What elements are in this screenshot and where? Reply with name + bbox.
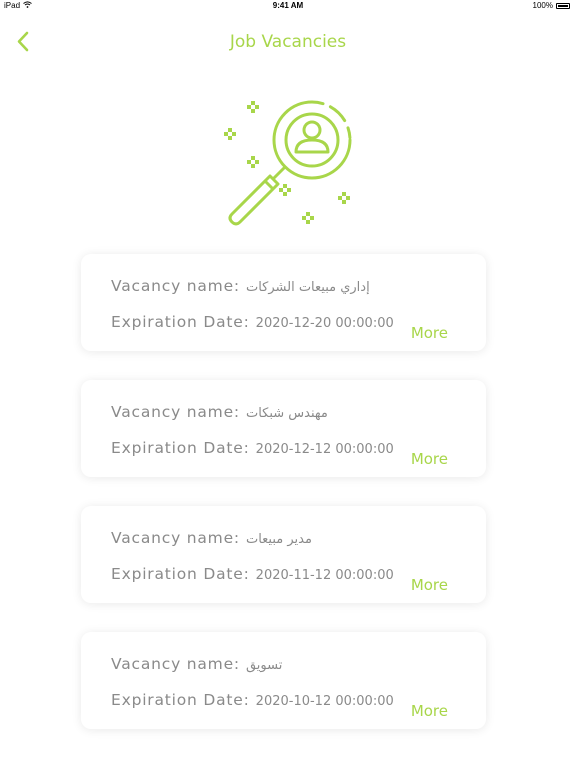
expiration-date-value: 2020-12-20 00:00:00 <box>255 316 394 331</box>
more-link[interactable]: More <box>411 702 448 720</box>
nav-bar: Job Vacancies <box>0 24 576 60</box>
more-link[interactable]: More <box>411 576 448 594</box>
vacancy-card[interactable]: Vacancy name: إداري مبيعات الشركات Expir… <box>81 254 486 351</box>
job-vacancies-screen: iPad 9:41 AM 100% Job Vacancies Vacancy … <box>0 0 576 768</box>
vacancy-name-value: مدير مبيعات <box>245 532 312 547</box>
vacancy-card[interactable]: Vacancy name: مهندس شبكات Expiration Dat… <box>81 380 486 477</box>
expiration-date-label: Expiration Date: <box>111 439 250 457</box>
vacancy-name-row: Vacancy name: مدير مبيعات <box>111 529 312 547</box>
vacancy-name-value: تسويق <box>245 658 283 673</box>
status-bar: iPad 9:41 AM 100% <box>0 0 576 12</box>
battery-fill <box>558 4 568 7</box>
more-link[interactable]: More <box>411 450 448 468</box>
hero-illustration <box>218 96 358 228</box>
vacancy-name-row: Vacancy name: إداري مبيعات الشركات <box>111 277 370 295</box>
status-time: 9:41 AM <box>272 1 304 10</box>
vacancy-name-label: Vacancy name: <box>111 403 240 421</box>
expiration-date-row: Expiration Date: 2020-11-12 00:00:00 <box>111 565 394 583</box>
expiration-date-value: 2020-11-12 00:00:00 <box>255 568 394 583</box>
status-right: 100% <box>533 1 570 10</box>
vacancy-name-label: Vacancy name: <box>111 529 240 547</box>
page-title: Job Vacancies <box>229 32 347 52</box>
expiration-date-row: Expiration Date: 2020-12-20 00:00:00 <box>111 313 394 331</box>
expiration-date-value: 2020-10-12 00:00:00 <box>255 694 394 709</box>
expiration-date-value: 2020-12-12 00:00:00 <box>255 442 394 457</box>
vacancy-name-value: مهندس شبكات <box>245 406 328 421</box>
battery-icon <box>556 2 570 9</box>
vacancy-name-value: إداري مبيعات الشركات <box>245 280 370 295</box>
search-person-icon <box>224 100 352 226</box>
vacancy-card[interactable]: Vacancy name: تسويق Expiration Date: 202… <box>81 632 486 729</box>
vacancy-card[interactable]: Vacancy name: مدير مبيعات Expiration Dat… <box>81 506 486 603</box>
expiration-date-label: Expiration Date: <box>111 691 250 709</box>
expiration-date-row: Expiration Date: 2020-10-12 00:00:00 <box>111 691 394 709</box>
vacancy-name-label: Vacancy name: <box>111 277 240 295</box>
vacancy-name-row: Vacancy name: تسويق <box>111 655 282 673</box>
battery-percent: 100% <box>532 1 553 10</box>
expiration-date-row: Expiration Date: 2020-12-12 00:00:00 <box>111 439 394 457</box>
expiration-date-label: Expiration Date: <box>111 565 250 583</box>
expiration-date-label: Expiration Date: <box>111 313 250 331</box>
vacancy-name-label: Vacancy name: <box>111 655 240 673</box>
vacancy-name-row: Vacancy name: مهندس شبكات <box>111 403 328 421</box>
more-link[interactable]: More <box>411 324 448 342</box>
